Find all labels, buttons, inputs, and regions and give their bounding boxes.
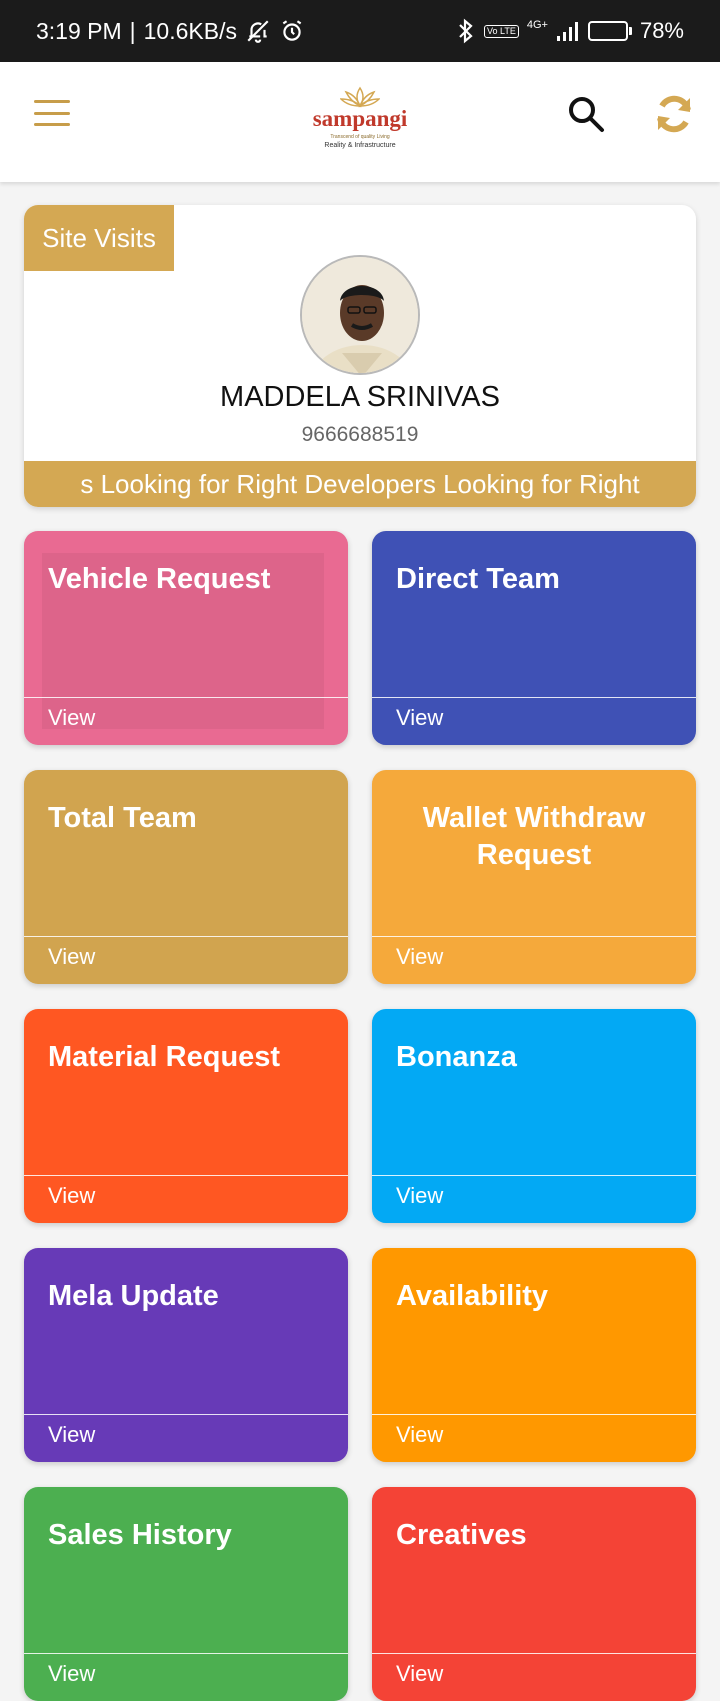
tile-view-link[interactable]: View bbox=[48, 705, 95, 731]
tile-material-request[interactable]: Material Request View bbox=[24, 1009, 348, 1223]
signal-icon bbox=[556, 20, 580, 42]
tile-view-link[interactable]: View bbox=[396, 1661, 443, 1687]
app-logo: sampangi Transcend of quality Living Rea… bbox=[300, 80, 420, 170]
lotus-icon bbox=[340, 86, 380, 108]
tile-sales-history[interactable]: Sales History View bbox=[24, 1487, 348, 1701]
battery-icon bbox=[587, 21, 632, 41]
tile-divider bbox=[372, 936, 696, 937]
refresh-icon[interactable] bbox=[652, 92, 696, 136]
tile-title: Availability bbox=[396, 1280, 549, 1312]
tile-divider bbox=[24, 1414, 348, 1415]
tile-divider bbox=[372, 1653, 696, 1654]
tile-divider bbox=[24, 1175, 348, 1176]
alarm-icon bbox=[279, 18, 305, 44]
notifications-off-icon bbox=[245, 18, 271, 44]
tile-view-link[interactable]: View bbox=[396, 705, 443, 731]
bluetooth-icon bbox=[456, 18, 476, 44]
tile-title: Sales History bbox=[48, 1519, 232, 1551]
logo-text: sampangi bbox=[312, 106, 408, 131]
status-left: 3:19 PM | 10.6KB/s bbox=[36, 18, 305, 45]
tile-title: Wallet Withdraw Request bbox=[422, 802, 646, 871]
tile-availability[interactable]: Availability View bbox=[372, 1248, 696, 1462]
tile-wallet-withdraw-request[interactable]: Wallet Withdraw Request View bbox=[372, 770, 696, 984]
battery-percent: 78% bbox=[639, 18, 684, 43]
tile-divider bbox=[24, 936, 348, 937]
tile-title: Material Request bbox=[48, 1041, 281, 1073]
tile-view-link[interactable]: View bbox=[48, 1661, 95, 1687]
tile-title: Bonanza bbox=[396, 1041, 517, 1073]
marquee-banner: s Looking for Right Developers Looking f… bbox=[24, 461, 696, 507]
status-bar: 3:19 PM | 10.6KB/s Vo LTE 4G+ 78% bbox=[0, 0, 720, 62]
tile-view-link[interactable]: View bbox=[48, 944, 95, 970]
profile-card: Site Visits MADDELA SRINIVAS 9666688519 … bbox=[24, 205, 696, 507]
app-bar: sampangi Transcend of quality Living Rea… bbox=[0, 62, 720, 182]
tile-divider bbox=[372, 697, 696, 698]
tile-divider bbox=[24, 1653, 348, 1654]
avatar bbox=[300, 255, 420, 375]
user-phone: 9666688519 bbox=[301, 423, 419, 446]
tile-title: Mela Update bbox=[48, 1280, 219, 1312]
logo-subtitle: Reality & Infrastructure bbox=[324, 142, 396, 149]
volte-icon: Vo LTE bbox=[483, 24, 519, 38]
status-speed: 10.6KB/s bbox=[143, 17, 237, 44]
status-time: 3:19 PM bbox=[36, 17, 122, 44]
tile-total-team[interactable]: Total Team View bbox=[24, 770, 348, 984]
tile-divider bbox=[372, 1175, 696, 1176]
tile-bonanza[interactable]: Bonanza View bbox=[372, 1009, 696, 1223]
site-visits-badge[interactable]: Site Visits bbox=[24, 205, 174, 271]
search-icon[interactable] bbox=[566, 94, 606, 134]
tile-view-link[interactable]: View bbox=[48, 1183, 95, 1209]
menu-icon[interactable] bbox=[34, 98, 70, 128]
logo-tagline: Transcend of quality Living bbox=[330, 134, 390, 140]
tile-title: Creatives bbox=[396, 1519, 527, 1551]
tile-divider bbox=[24, 697, 348, 698]
status-right: Vo LTE 4G+ 78% bbox=[456, 18, 684, 44]
tile-vehicle-request[interactable]: Vehicle Request View bbox=[24, 531, 348, 745]
tile-view-link[interactable]: View bbox=[396, 1183, 443, 1209]
tile-view-link[interactable]: View bbox=[396, 944, 443, 970]
status-separator: | bbox=[129, 17, 136, 44]
tile-view-link[interactable]: View bbox=[396, 1422, 443, 1448]
tile-direct-team[interactable]: Direct Team View bbox=[372, 531, 696, 745]
tile-divider bbox=[372, 1414, 696, 1415]
network-type: 4G+ bbox=[526, 18, 548, 31]
tile-view-link[interactable]: View bbox=[48, 1422, 95, 1448]
tile-mela-update[interactable]: Mela Update View bbox=[24, 1248, 348, 1462]
user-name: MADDELA SRINIVAS bbox=[220, 381, 500, 413]
tile-creatives[interactable]: Creatives View bbox=[372, 1487, 696, 1701]
tile-title: Total Team bbox=[48, 802, 197, 834]
tile-title: Vehicle Request bbox=[48, 563, 271, 595]
tile-title: Direct Team bbox=[396, 563, 560, 595]
